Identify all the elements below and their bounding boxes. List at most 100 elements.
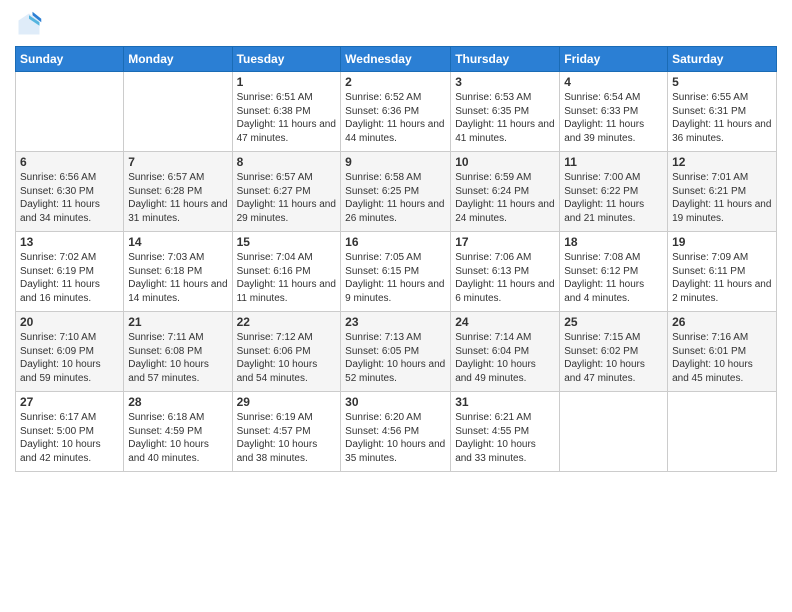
day-number: 12 <box>672 155 772 169</box>
day-info: Sunrise: 7:14 AM Sunset: 6:04 PM Dayligh… <box>455 331 555 385</box>
day-info: Sunrise: 6:56 AM Sunset: 6:30 PM Dayligh… <box>20 171 119 225</box>
calendar-cell: 19Sunrise: 7:09 AM Sunset: 6:11 PM Dayli… <box>668 232 777 312</box>
calendar-cell: 29Sunrise: 6:19 AM Sunset: 4:57 PM Dayli… <box>232 392 341 472</box>
day-info: Sunrise: 7:16 AM Sunset: 6:01 PM Dayligh… <box>672 331 772 385</box>
day-info: Sunrise: 6:55 AM Sunset: 6:31 PM Dayligh… <box>672 91 772 145</box>
day-number: 2 <box>345 75 446 89</box>
calendar-cell: 3 Sunrise: 6:53 AM Sunset: 6:35 PM Daylig… <box>451 72 560 152</box>
day-info: Sunrise: 6:57 AM Sunset: 6:28 PM Dayligh… <box>128 171 227 225</box>
day-number: 1 <box>237 75 337 89</box>
day-number: 19 <box>672 235 772 249</box>
calendar-cell: 11 Sunrise: 7:00 AM Sunset: 6:22 PM Dayli… <box>560 152 668 232</box>
day-number: 22 <box>237 315 337 329</box>
weekday-header-tuesday: Tuesday <box>232 47 341 72</box>
calendar-table: SundayMondayTuesdayWednesdayThursdayFrid… <box>15 46 777 472</box>
day-number: 25 <box>564 315 663 329</box>
day-number: 7 <box>128 155 227 169</box>
calendar-cell <box>16 72 124 152</box>
day-number: 6 <box>20 155 119 169</box>
day-number: 21 <box>128 315 227 329</box>
calendar-cell: 13 Sunrise: 7:02 AM Sunset: 6:19 PM Dayli… <box>16 232 124 312</box>
day-info: Sunrise: 7:06 AM Sunset: 6:13 PM Dayligh… <box>455 251 555 305</box>
calendar-cell: 6 Sunrise: 6:56 AM Sunset: 6:30 PM Daylig… <box>16 152 124 232</box>
day-number: 11 <box>564 155 663 169</box>
day-number: 8 <box>237 155 337 169</box>
day-number: 4 <box>564 75 663 89</box>
calendar-cell: 14 Sunrise: 7:03 AM Sunset: 6:18 PM Dayli… <box>124 232 232 312</box>
calendar-cell: 1 Sunrise: 6:51 AM Sunset: 6:38 PM Daylig… <box>232 72 341 152</box>
calendar-cell: 12 Sunrise: 7:01 AM Sunset: 6:21 PM Dayli… <box>668 152 777 232</box>
day-info: Sunrise: 7:05 AM Sunset: 6:15 PM Dayligh… <box>345 251 446 305</box>
calendar-page: SundayMondayTuesdayWednesdayThursdayFrid… <box>0 0 792 612</box>
day-number: 29 <box>237 395 337 409</box>
day-info: Sunrise: 7:04 AM Sunset: 6:16 PM Dayligh… <box>237 251 337 305</box>
day-number: 26 <box>672 315 772 329</box>
calendar-cell: 18Sunrise: 7:08 AM Sunset: 6:12 PM Dayli… <box>560 232 668 312</box>
calendar-cell: 16 Sunrise: 7:05 AM Sunset: 6:15 PM Dayli… <box>341 232 451 312</box>
header <box>15 10 777 38</box>
day-info: Sunrise: 6:54 AM Sunset: 6:33 PM Dayligh… <box>564 91 663 145</box>
day-info: Sunrise: 7:02 AM Sunset: 6:19 PM Dayligh… <box>20 251 119 305</box>
calendar-cell: 5Sunrise: 6:55 AM Sunset: 6:31 PM Daylig… <box>668 72 777 152</box>
day-info: Sunrise: 6:21 AM Sunset: 4:55 PM Dayligh… <box>455 411 555 465</box>
calendar-cell: 10 Sunrise: 6:59 AM Sunset: 6:24 PM Dayli… <box>451 152 560 232</box>
calendar-cell <box>668 392 777 472</box>
day-info: Sunrise: 7:12 AM Sunset: 6:06 PM Dayligh… <box>237 331 337 385</box>
calendar-cell <box>560 392 668 472</box>
calendar-cell: 15 Sunrise: 7:04 AM Sunset: 6:16 PM Dayli… <box>232 232 341 312</box>
weekday-header-thursday: Thursday <box>451 47 560 72</box>
day-info: Sunrise: 6:58 AM Sunset: 6:25 PM Dayligh… <box>345 171 446 225</box>
week-row-1: 1 Sunrise: 6:51 AM Sunset: 6:38 PM Daylig… <box>16 72 777 152</box>
day-info: Sunrise: 7:13 AM Sunset: 6:05 PM Dayligh… <box>345 331 446 385</box>
weekday-header-friday: Friday <box>560 47 668 72</box>
day-info: Sunrise: 6:51 AM Sunset: 6:38 PM Dayligh… <box>237 91 337 145</box>
calendar-cell: 28 Sunrise: 6:18 AM Sunset: 4:59 PM Dayli… <box>124 392 232 472</box>
day-number: 15 <box>237 235 337 249</box>
week-row-2: 6 Sunrise: 6:56 AM Sunset: 6:30 PM Daylig… <box>16 152 777 232</box>
day-number: 10 <box>455 155 555 169</box>
day-info: Sunrise: 6:57 AM Sunset: 6:27 PM Dayligh… <box>237 171 337 225</box>
calendar-cell: 21 Sunrise: 7:11 AM Sunset: 6:08 PM Dayli… <box>124 312 232 392</box>
day-info: Sunrise: 7:15 AM Sunset: 6:02 PM Dayligh… <box>564 331 663 385</box>
day-number: 23 <box>345 315 446 329</box>
calendar-cell: 25 Sunrise: 7:15 AM Sunset: 6:02 PM Dayli… <box>560 312 668 392</box>
calendar-cell <box>124 72 232 152</box>
calendar-cell: 7 Sunrise: 6:57 AM Sunset: 6:28 PM Daylig… <box>124 152 232 232</box>
day-number: 16 <box>345 235 446 249</box>
calendar-cell: 4 Sunrise: 6:54 AM Sunset: 6:33 PM Daylig… <box>560 72 668 152</box>
day-number: 14 <box>128 235 227 249</box>
calendar-cell: 24 Sunrise: 7:14 AM Sunset: 6:04 PM Dayli… <box>451 312 560 392</box>
day-info: Sunrise: 6:52 AM Sunset: 6:36 PM Dayligh… <box>345 91 446 145</box>
calendar-cell: 22 Sunrise: 7:12 AM Sunset: 6:06 PM Dayli… <box>232 312 341 392</box>
day-number: 24 <box>455 315 555 329</box>
day-info: Sunrise: 6:53 AM Sunset: 6:35 PM Dayligh… <box>455 91 555 145</box>
calendar-cell: 23 Sunrise: 7:13 AM Sunset: 6:05 PM Dayli… <box>341 312 451 392</box>
day-info: Sunrise: 7:03 AM Sunset: 6:18 PM Dayligh… <box>128 251 227 305</box>
calendar-cell: 17 Sunrise: 7:06 AM Sunset: 6:13 PM Dayli… <box>451 232 560 312</box>
week-row-3: 13 Sunrise: 7:02 AM Sunset: 6:19 PM Dayli… <box>16 232 777 312</box>
day-number: 9 <box>345 155 446 169</box>
day-number: 17 <box>455 235 555 249</box>
calendar-cell: 9 Sunrise: 6:58 AM Sunset: 6:25 PM Daylig… <box>341 152 451 232</box>
weekday-header-monday: Monday <box>124 47 232 72</box>
day-info: Sunrise: 7:00 AM Sunset: 6:22 PM Dayligh… <box>564 171 663 225</box>
week-row-5: 27 Sunrise: 6:17 AM Sunset: 5:00 PM Dayli… <box>16 392 777 472</box>
calendar-cell: 2 Sunrise: 6:52 AM Sunset: 6:36 PM Daylig… <box>341 72 451 152</box>
logo-icon <box>15 10 43 38</box>
day-info: Sunrise: 6:18 AM Sunset: 4:59 PM Dayligh… <box>128 411 227 465</box>
calendar-cell: 30Sunrise: 6:20 AM Sunset: 4:56 PM Dayli… <box>341 392 451 472</box>
day-number: 13 <box>20 235 119 249</box>
weekday-header-saturday: Saturday <box>668 47 777 72</box>
day-info: Sunrise: 6:59 AM Sunset: 6:24 PM Dayligh… <box>455 171 555 225</box>
day-info: Sunrise: 6:17 AM Sunset: 5:00 PM Dayligh… <box>20 411 119 465</box>
day-info: Sunrise: 7:08 AM Sunset: 6:12 PM Dayligh… <box>564 251 663 305</box>
calendar-cell: 8 Sunrise: 6:57 AM Sunset: 6:27 PM Daylig… <box>232 152 341 232</box>
day-info: Sunrise: 7:11 AM Sunset: 6:08 PM Dayligh… <box>128 331 227 385</box>
day-number: 27 <box>20 395 119 409</box>
calendar-cell: 26 Sunrise: 7:16 AM Sunset: 6:01 PM Dayli… <box>668 312 777 392</box>
day-number: 28 <box>128 395 227 409</box>
day-number: 3 <box>455 75 555 89</box>
day-info: Sunrise: 7:01 AM Sunset: 6:21 PM Dayligh… <box>672 171 772 225</box>
weekday-header-row: SundayMondayTuesdayWednesdayThursdayFrid… <box>16 47 777 72</box>
week-row-4: 20Sunrise: 7:10 AM Sunset: 6:09 PM Dayli… <box>16 312 777 392</box>
